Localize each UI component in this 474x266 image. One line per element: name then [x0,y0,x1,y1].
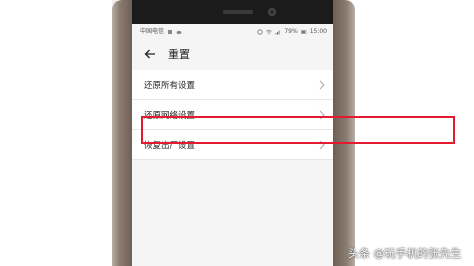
background-right [355,0,474,266]
alarm-icon [257,29,263,35]
clock: 15:00 [309,28,327,35]
carrier-label: 中国电信 [140,28,165,35]
back-arrow-icon[interactable] [144,47,158,61]
page-header: 重置 [132,42,333,66]
factory-reset-item[interactable]: 恢复出厂设置 [132,130,333,160]
earpiece-speaker [223,10,253,14]
battery-icon [300,30,307,34]
battery-percent: 79% [284,28,298,35]
settings-list: 还原所有设置 还原网络设置 恢复出厂设置 [132,70,333,160]
chevron-right-icon [319,80,325,89]
notification-icon [168,30,173,34]
signal-icon [275,30,280,35]
background-left [0,0,118,266]
reset-network-settings-label: 还原网络设置 [144,110,196,121]
page-title: 重置 [168,48,190,61]
watermark: 头条 @玩手机的张先生 [348,247,462,260]
chevron-right-icon [319,140,325,149]
reset-network-settings-item[interactable]: 还原网络设置 [132,100,333,130]
reset-all-settings-item[interactable]: 还原所有设置 [132,70,333,100]
phone-screen: 中国电信 79% 15:00 重置 还原所有设置 还原网络设置 恢复出厂设置 [132,24,333,266]
front-camera [268,8,276,16]
phone-frame-left [112,0,132,266]
reset-all-settings-label: 还原所有设置 [144,80,196,91]
wifi-icon [266,29,273,35]
factory-reset-label: 恢复出厂设置 [144,140,196,151]
status-bar: 中国电信 79% 15:00 [132,24,333,40]
phone-frame-right [333,0,355,266]
chevron-right-icon [319,110,325,119]
cloud-icon [176,30,182,35]
